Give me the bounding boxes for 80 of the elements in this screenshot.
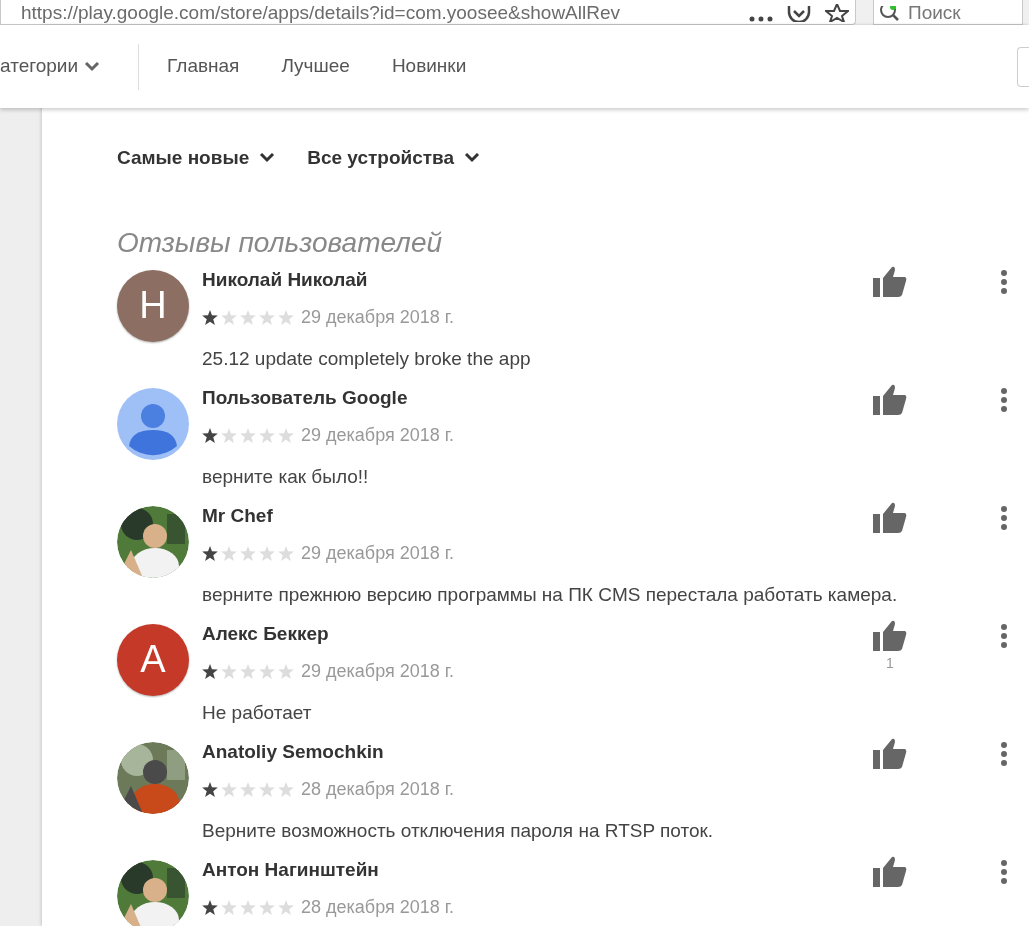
star-icon — [278, 309, 294, 325]
review-date: 29 декабря 2018 г. — [301, 659, 455, 683]
star-icon — [240, 663, 256, 679]
more-options-icon[interactable] — [1000, 505, 1008, 530]
star-icon — [240, 781, 256, 797]
star-icon — [259, 545, 275, 561]
avatar: Н — [117, 269, 189, 342]
star-icon — [202, 781, 218, 797]
star-icon — [240, 427, 256, 443]
filter-dropdown[interactable]: Самые новые — [117, 144, 276, 173]
star-icon — [221, 663, 237, 679]
thumbs-up-icon[interactable] — [873, 383, 907, 415]
star-icon — [278, 663, 294, 679]
thumbs-up-icon[interactable] — [873, 265, 907, 297]
reviewer-name[interactable]: Пользователь Google — [202, 385, 408, 410]
review-date: 28 декабря 2018 г. — [301, 777, 455, 801]
thumbs-up-icon[interactable] — [873, 619, 907, 651]
nav-link[interactable]: Новинки — [391, 52, 467, 81]
chevron-down-icon — [84, 61, 101, 72]
reviewer-name[interactable]: Алекс Беккер — [202, 621, 329, 646]
reviewer-name[interactable]: Anatoliy Semochkin — [202, 739, 384, 764]
more-options-icon[interactable] — [1000, 269, 1008, 294]
star-icon — [259, 899, 275, 915]
avatar: А — [117, 623, 189, 696]
star-icon[interactable] — [825, 4, 849, 22]
review-text: верните прежнюю версию программы на ПК CMS перестала работать камера. — [202, 582, 898, 607]
star-icon — [202, 427, 218, 443]
review-text: Не работает — [202, 700, 313, 725]
star-icon — [240, 309, 256, 325]
star-icon — [259, 427, 275, 443]
nav-link[interactable]: Главная — [167, 52, 240, 81]
star-icon — [202, 545, 218, 561]
like-count: 1 — [886, 655, 894, 670]
star-icon — [278, 427, 294, 443]
section-title: Отзывы пользователей — [117, 228, 444, 257]
star-icon — [259, 781, 275, 797]
more-options-icon[interactable] — [1000, 623, 1008, 648]
star-icon — [240, 899, 256, 915]
reviewer-name[interactable]: Николай Николай — [202, 267, 368, 292]
review-date: 29 декабря 2018 г. — [301, 305, 455, 329]
reviewer-name[interactable]: Mr Chef — [202, 503, 273, 528]
thumbs-up-icon[interactable] — [873, 855, 907, 887]
star-icon — [221, 899, 237, 915]
star-icon — [221, 781, 237, 797]
shield-icon[interactable] — [787, 6, 811, 22]
star-icon — [278, 545, 294, 561]
more-options-icon[interactable] — [1000, 741, 1008, 766]
chevron-down-icon — [259, 153, 276, 164]
address-bar[interactable]: https://play.google.com/store/apps/details?id=com.yoosee&showAllRev — [0, 0, 856, 25]
star-icon — [259, 663, 275, 679]
filter-dropdown[interactable]: Все устройства — [307, 144, 481, 173]
review-text: Верните возможность отключения пароля на RTSP поток. — [202, 818, 714, 843]
url-text: https://play.google.com/store/apps/details?id=com.yoosee&showAllRev — [21, 3, 620, 22]
search-icon — [880, 6, 900, 22]
star-icon — [278, 781, 294, 797]
chevron-down-icon — [464, 153, 481, 164]
star-icon — [221, 427, 237, 443]
star-icon — [221, 309, 237, 325]
star-icon — [221, 545, 237, 561]
thumbs-up-icon[interactable] — [873, 737, 907, 769]
review-date: 29 декабря 2018 г. — [301, 541, 455, 565]
categories-button[interactable]: атегории — [0, 52, 101, 81]
reviewer-name[interactable]: Антон Нагинштейн — [202, 857, 379, 882]
star-icon — [278, 899, 294, 915]
star-icon — [202, 899, 218, 915]
star-icon — [240, 545, 256, 561]
review-date: 29 декабря 2018 г. — [301, 423, 455, 447]
star-icon — [259, 309, 275, 325]
search-field[interactable]: Поиск — [873, 0, 1023, 25]
review-date: 28 декабря 2018 г. — [301, 895, 455, 919]
more-options-icon[interactable] — [1000, 387, 1008, 412]
review-text: 25.12 update completely broke the app — [202, 346, 531, 371]
star-icon — [202, 663, 218, 679]
thumbs-up-icon[interactable] — [873, 501, 907, 533]
nav-link[interactable]: Лучшее — [281, 52, 350, 81]
star-icon — [202, 309, 218, 325]
review-text: верните как было!! — [202, 464, 370, 489]
more-options-icon[interactable] — [1000, 859, 1008, 884]
search-placeholder: Поиск — [908, 3, 961, 22]
more-icon[interactable] — [749, 16, 773, 22]
